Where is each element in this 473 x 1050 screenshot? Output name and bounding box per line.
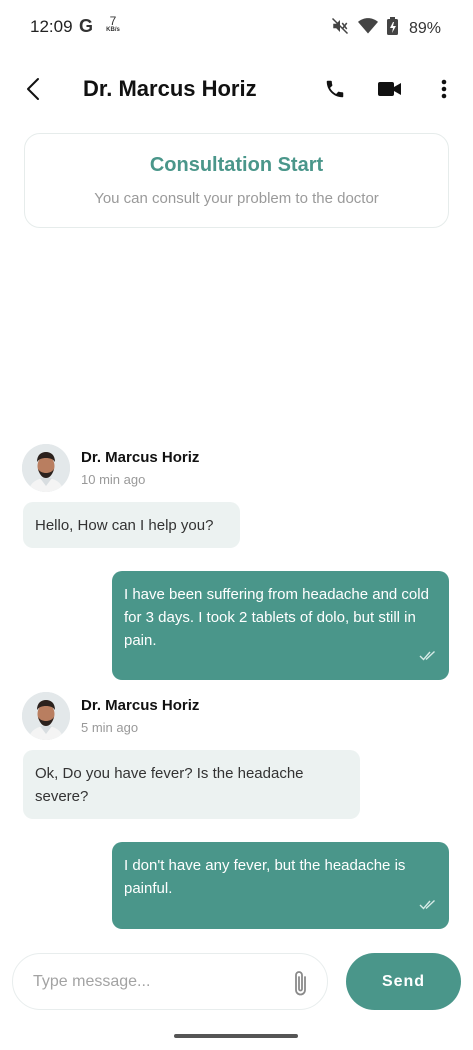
sent-message[interactable]: I have been suffering from headache and … (112, 571, 449, 680)
chat-screen: 12:09 G 7 KB/s 89% Dr. Marcus Horiz Cons… (0, 0, 473, 1050)
doctor-avatar-icon (22, 692, 70, 740)
back-button[interactable] (20, 74, 46, 104)
network-speed: 7 KB/s (102, 15, 124, 33)
sender-name: Dr. Marcus Horiz (81, 449, 200, 466)
mute-icon (331, 17, 349, 40)
send-button[interactable]: Send (346, 953, 461, 1010)
paperclip-icon (295, 971, 306, 996)
sent-message[interactable]: I don't have any fever, but the headache… (112, 842, 449, 929)
battery-icon (386, 17, 398, 40)
attach-button[interactable] (289, 968, 313, 998)
phone-icon (326, 80, 344, 98)
app-header: Dr. Marcus Horiz (0, 60, 473, 120)
message-text: Hello, How can I help you? (35, 517, 214, 534)
read-receipt-icon (419, 894, 437, 917)
more-vert-icon (441, 79, 447, 99)
status-time: 12:09 (30, 17, 73, 36)
message-text: I have been suffering from headache and … (124, 586, 429, 649)
sender-name: Dr. Marcus Horiz (81, 697, 200, 714)
home-indicator[interactable] (174, 1034, 298, 1038)
status-icons: 89% (331, 17, 441, 40)
message-text: Ok, Do you have fever? Is the headache s… (35, 765, 304, 805)
network-speed-value: 7 (109, 14, 117, 28)
video-icon (378, 82, 401, 96)
wifi-icon (357, 17, 378, 40)
received-message[interactable]: Hello, How can I help you? (23, 502, 240, 548)
message-input[interactable] (33, 971, 283, 993)
more-options-button[interactable] (430, 75, 458, 103)
message-time: 5 min ago (81, 720, 139, 735)
page-title: Dr. Marcus Horiz (83, 76, 257, 101)
status-bar: 12:09 G 7 KB/s 89% (0, 0, 473, 56)
consultation-card: Consultation Start You can consult your … (24, 133, 449, 228)
message-text: I don't have any fever, but the headache… (124, 857, 406, 897)
message-composer (12, 953, 328, 1010)
received-message[interactable]: Ok, Do you have fever? Is the headache s… (23, 750, 360, 819)
back-icon (27, 78, 39, 100)
google-icon: G (79, 16, 94, 36)
call-button[interactable] (321, 75, 349, 103)
consultation-title: Consultation Start (149, 154, 324, 176)
consultation-subtitle: You can consult your problem to the doct… (94, 190, 379, 207)
read-receipt-icon (419, 645, 437, 668)
video-call-button[interactable] (376, 75, 404, 103)
avatar[interactable] (22, 692, 70, 740)
battery-percent: 89% (408, 19, 441, 37)
avatar[interactable] (22, 444, 70, 492)
doctor-avatar-icon (22, 444, 70, 492)
message-time: 10 min ago (81, 472, 146, 487)
network-speed-unit: KB/s (106, 27, 120, 33)
